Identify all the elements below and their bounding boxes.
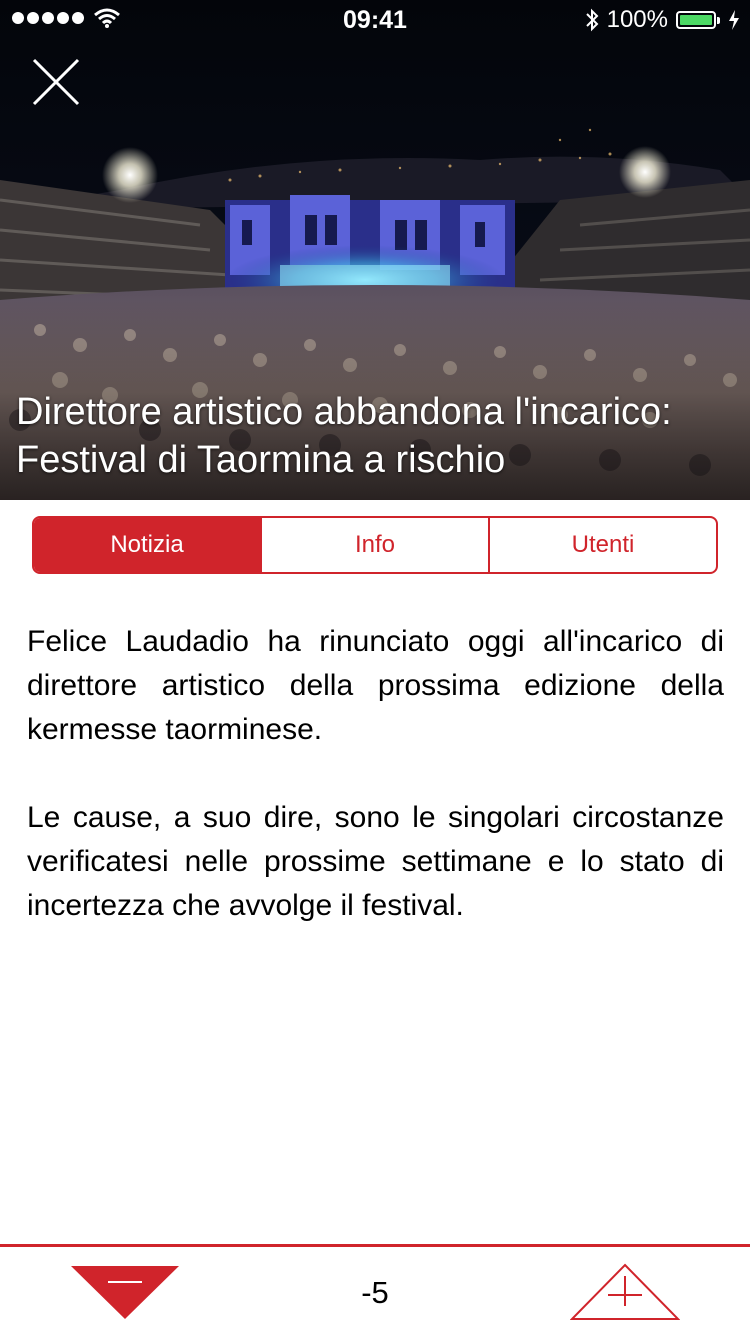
article-body: Felice Laudadio ha rinunciato oggi all'i… [27,620,724,972]
news-detail-screen: 09:41 100% Direttore artistico abbandona… [0,0,750,1334]
close-button[interactable] [26,52,86,112]
plus-triangle-icon [569,1263,681,1320]
vote-score: -5 [361,1275,389,1310]
close-icon [32,58,80,106]
status-right: 100% [585,6,740,34]
vote-up-button[interactable] [569,1262,681,1322]
battery-percent: 100% [606,6,668,33]
article-headline: Direttore artistico abbandona l'incarico… [16,391,672,481]
tab-notizia[interactable]: Notizia [34,518,260,572]
battery-icon [676,11,720,29]
charging-bolt-icon [729,10,739,30]
hero-image: 09:41 100% Direttore artistico abbandona… [0,0,750,500]
article-paragraph: Le cause, a suo dire, sono le singolari … [27,801,724,922]
article-paragraph: Felice Laudadio ha rinunciato oggi all'i… [27,625,724,746]
vote-bar: -5 [0,1244,750,1334]
status-bar: 09:41 100% [0,0,750,40]
tab-segmented-control: Notizia Info Utenti [32,516,718,574]
bluetooth-icon [585,8,599,32]
vote-down-button[interactable] [70,1264,180,1320]
tab-utenti[interactable]: Utenti [488,518,716,572]
minus-triangle-icon [71,1266,179,1319]
tab-info[interactable]: Info [260,518,488,572]
